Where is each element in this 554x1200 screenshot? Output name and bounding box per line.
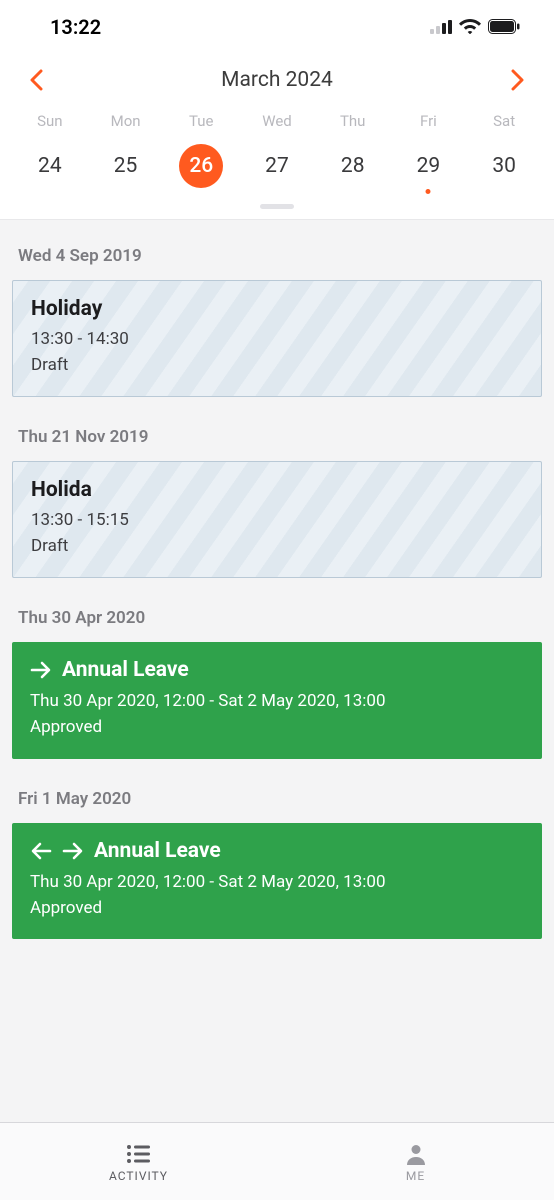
calendar: March 2024 SunMonTueWedThuFriSat 2425262… — [0, 54, 554, 220]
weekday-label: Sun — [12, 112, 88, 130]
arrow-left-icon — [30, 842, 52, 860]
date-cell[interactable]: 26 — [163, 144, 239, 188]
next-month-button[interactable] — [506, 68, 530, 92]
arrow-right-icon — [62, 842, 84, 860]
weekday-label: Wed — [239, 112, 315, 130]
status-indicators — [430, 15, 520, 39]
weekday-row: SunMonTueWedThuFriSat — [0, 96, 554, 140]
group-date-header: Thu 21 Nov 2019 — [12, 401, 542, 461]
wifi-icon — [459, 15, 481, 39]
group-date-header: Fri 1 May 2020 — [12, 763, 542, 823]
date-cell[interactable]: 24 — [12, 144, 88, 188]
event-title-row: Annual Leave — [30, 839, 524, 863]
date-cell[interactable]: 29 — [391, 144, 467, 188]
event-status: Approved — [30, 714, 524, 740]
date-number: 28 — [331, 144, 375, 188]
nav-activity[interactable]: ACTIVITY — [0, 1123, 277, 1200]
group-date-header: Wed 4 Sep 2019 — [12, 220, 542, 280]
drag-handle[interactable] — [260, 204, 294, 209]
battery-icon — [488, 15, 520, 39]
event-time: 13:30 - 15:15 — [31, 508, 523, 534]
date-number: 29 — [406, 144, 450, 188]
date-cell[interactable]: 30 — [466, 144, 542, 188]
date-cell[interactable]: 25 — [88, 144, 164, 188]
weekday-label: Sat — [466, 112, 542, 130]
nav-me-label: ME — [406, 1169, 425, 1183]
event-status: Draft — [31, 353, 523, 379]
event-time: Thu 30 Apr 2020, 12:00 - Sat 2 May 2020,… — [30, 869, 524, 895]
event-time: 13:30 - 14:30 — [31, 327, 523, 353]
event-status: Approved — [30, 895, 524, 921]
cellular-icon — [430, 15, 452, 39]
date-cell[interactable]: 28 — [315, 144, 391, 188]
date-number: 24 — [28, 144, 72, 188]
bottom-nav: ACTIVITY ME — [0, 1122, 554, 1200]
event-title-row: Annual Leave — [30, 658, 524, 682]
date-cell[interactable]: 27 — [239, 144, 315, 188]
event-title: Annual Leave — [94, 839, 221, 863]
nav-activity-label: ACTIVITY — [109, 1169, 168, 1183]
event-time: Thu 30 Apr 2020, 12:00 - Sat 2 May 2020,… — [30, 688, 524, 714]
prev-month-button[interactable] — [24, 68, 48, 92]
date-number: 26 — [179, 144, 223, 188]
event-card[interactable]: Holiday 13:30 - 14:30Draft — [12, 280, 542, 397]
event-dot — [426, 189, 431, 194]
weekday-label: Fri — [391, 112, 467, 130]
arrow-right-icon — [30, 661, 52, 679]
nav-me[interactable]: ME — [277, 1123, 554, 1200]
event-title: Annual Leave — [62, 658, 189, 682]
date-number: 25 — [104, 144, 148, 188]
weekday-label: Tue — [163, 112, 239, 130]
weekday-label: Mon — [88, 112, 164, 130]
calendar-title: March 2024 — [221, 68, 333, 92]
dates-row: 24 25 26 27 28 29 30 — [0, 140, 554, 196]
list-icon — [126, 1141, 152, 1167]
weekday-label: Thu — [315, 112, 391, 130]
event-card[interactable]: Holida 13:30 - 15:15Draft — [12, 461, 542, 578]
event-title: Holiday — [31, 297, 523, 321]
date-number: 30 — [482, 144, 526, 188]
status-bar: 13:22 — [0, 0, 554, 54]
event-status: Draft — [31, 534, 523, 560]
event-card[interactable]: Annual Leave Thu 30 Apr 2020, 12:00 - Sat… — [12, 642, 542, 759]
status-time: 13:22 — [50, 15, 101, 39]
event-list: Wed 4 Sep 2019Holiday13:30 - 14:30DraftT… — [0, 220, 554, 939]
event-card[interactable]: Annual Leave Thu 30 Apr 2020, 12:00 - Sat… — [12, 823, 542, 940]
date-number: 27 — [255, 144, 299, 188]
group-date-header: Thu 30 Apr 2020 — [12, 582, 542, 642]
person-icon — [405, 1141, 427, 1167]
event-title: Holida — [31, 478, 523, 502]
